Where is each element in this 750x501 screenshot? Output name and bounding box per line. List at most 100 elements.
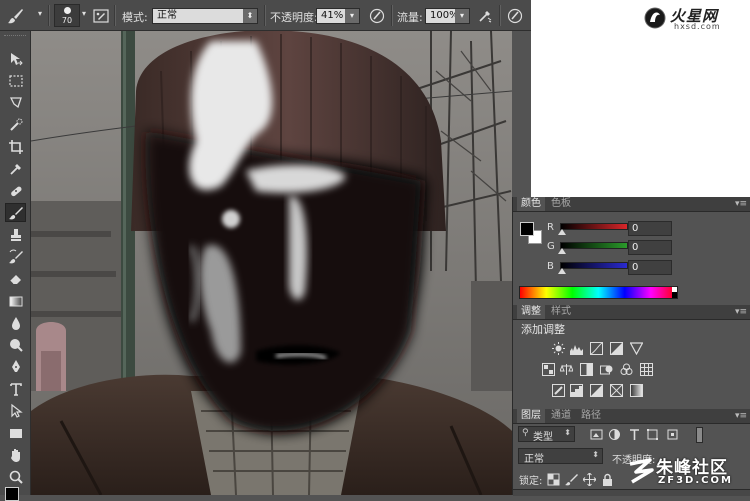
gradient-tool-icon[interactable] <box>5 291 26 310</box>
levels-icon[interactable] <box>570 342 583 355</box>
invert-icon[interactable] <box>552 384 565 397</box>
blend-mode-dropdown[interactable]: 正常 ⬍ <box>518 448 603 465</box>
filter-pixel-icon[interactable] <box>590 428 603 441</box>
brush-tip-icon <box>64 7 71 14</box>
eraser-tool-icon[interactable] <box>5 269 26 288</box>
document-canvas[interactable] <box>31 31 512 495</box>
dropdown-arrow-icon: ⬍ <box>564 428 571 437</box>
lock-all-icon[interactable] <box>601 473 614 486</box>
filter-shape-icon[interactable] <box>646 428 659 441</box>
pressure-opacity-icon[interactable] <box>367 6 387 26</box>
marquee-tool-icon[interactable] <box>5 71 26 90</box>
flow-label: 流量: <box>397 11 423 24</box>
pen-tool-icon[interactable] <box>5 357 26 376</box>
posterize-icon[interactable] <box>570 384 583 397</box>
filter-adjustment-icon[interactable] <box>608 428 621 441</box>
filter-smart-object-icon[interactable] <box>666 428 679 441</box>
hxsd-logo: 火星网 hxsd.com <box>644 5 742 36</box>
flow-field[interactable]: 100% ▾ <box>425 8 470 24</box>
chevron-down-icon[interactable]: ▾ <box>455 9 469 23</box>
slider-g-value[interactable]: 0 <box>628 240 672 255</box>
channel-mixer-icon[interactable] <box>620 363 633 376</box>
lock-transparent-pixels-icon[interactable] <box>547 473 560 486</box>
tab-color[interactable]: 颜色 <box>517 197 545 211</box>
foreground-color-swatch[interactable] <box>520 222 534 236</box>
mode-value: 正常 <box>157 10 177 21</box>
brush-panel-toggle-icon[interactable] <box>91 6 111 26</box>
threshold-icon[interactable] <box>590 384 603 397</box>
zoom-tool-icon[interactable] <box>5 467 26 486</box>
hand-tool-icon[interactable] <box>5 445 26 464</box>
type-tool-icon[interactable] <box>5 379 26 398</box>
blur-tool-icon[interactable] <box>5 313 26 332</box>
move-tool-icon[interactable] <box>5 49 26 68</box>
curves-icon[interactable] <box>590 342 603 355</box>
panel-menu-icon[interactable]: ▾≡ <box>735 197 747 211</box>
slider-r-thumb[interactable] <box>558 229 566 235</box>
color-spectrum-bar[interactable] <box>519 286 678 299</box>
rectangle-tool-icon[interactable] <box>5 423 26 442</box>
chevron-down-icon[interactable]: ▾ <box>38 9 42 18</box>
layers-panel-tabs: 图层 通道 路径 ▾≡ <box>513 409 750 424</box>
dodge-tool-icon[interactable] <box>5 335 26 354</box>
gradient-map-icon[interactable] <box>630 384 643 397</box>
brush-size-picker[interactable]: 70 <box>54 4 80 27</box>
logo-area: 火星网 hxsd.com <box>531 0 750 197</box>
history-brush-tool-icon[interactable] <box>5 247 26 266</box>
lasso-tool-icon[interactable] <box>5 93 26 112</box>
slider-g-label: G <box>547 241 555 252</box>
tab-layers[interactable]: 图层 <box>517 409 545 423</box>
selective-color-icon[interactable] <box>610 384 623 397</box>
color-balance-icon[interactable] <box>560 363 573 376</box>
tab-channels[interactable]: 通道 <box>547 409 575 423</box>
hue-saturation-icon[interactable] <box>542 363 555 376</box>
toolbar-grip[interactable] <box>4 35 26 40</box>
layer-filter-dropdown[interactable]: ⚲ 类型 ⬍ <box>518 426 575 443</box>
opacity-value: 41% <box>321 10 344 21</box>
quick-selection-tool-icon[interactable] <box>5 115 26 134</box>
lock-image-pixels-icon[interactable] <box>565 473 578 486</box>
slider-g-track[interactable] <box>560 242 628 249</box>
photo-filter-icon[interactable] <box>600 363 613 376</box>
brush-preset-icon[interactable] <box>6 6 26 26</box>
pressure-size-icon[interactable] <box>505 6 525 26</box>
color-lookup-icon[interactable] <box>640 363 653 376</box>
slider-b-track[interactable] <box>560 262 628 269</box>
tab-adjustments[interactable]: 调整 <box>517 305 545 319</box>
tab-paths[interactable]: 路径 <box>577 409 605 423</box>
slider-b-thumb[interactable] <box>558 268 566 274</box>
brightness-contrast-icon[interactable] <box>552 342 565 355</box>
eyedropper-tool-icon[interactable] <box>5 159 26 178</box>
tab-styles[interactable]: 样式 <box>547 305 575 319</box>
blend-mode-value: 正常 <box>524 454 544 465</box>
foreground-color-swatch[interactable] <box>5 487 19 501</box>
panel-menu-icon[interactable]: ▾≡ <box>735 305 747 319</box>
slider-r-value[interactable]: 0 <box>628 221 672 236</box>
clone-stamp-tool-icon[interactable] <box>5 225 26 244</box>
brush-tool-icon[interactable] <box>5 203 26 222</box>
chevron-down-icon[interactable]: ▾ <box>82 9 86 18</box>
black-white-icon[interactable] <box>580 363 593 376</box>
lock-position-icon[interactable] <box>583 473 596 486</box>
slider-r-track[interactable] <box>560 223 628 230</box>
panel-menu-icon[interactable]: ▾≡ <box>735 409 747 423</box>
airbrush-icon[interactable] <box>475 6 495 26</box>
crop-tool-icon[interactable] <box>5 137 26 156</box>
slider-g-thumb[interactable] <box>558 248 566 254</box>
filter-type-icon[interactable] <box>628 428 641 441</box>
healing-brush-tool-icon[interactable] <box>5 181 26 200</box>
path-selection-tool-icon[interactable] <box>5 401 26 420</box>
dropdown-arrow-icon: ⬍ <box>592 450 599 459</box>
tab-swatches[interactable]: 色板 <box>547 197 575 211</box>
panel-dock: 颜色 色板 ▾≡ R 0 G 0 B 0 调整 样式 ▾≡ 添加调整 图层 通道… <box>512 197 750 496</box>
exposure-icon[interactable] <box>610 342 623 355</box>
vibrance-icon[interactable] <box>630 342 643 355</box>
slider-b-value[interactable]: 0 <box>628 260 672 275</box>
opacity-field[interactable]: 41% ▾ <box>316 8 360 24</box>
mode-dropdown[interactable]: 正常 ⬍ <box>152 8 258 24</box>
adjustments-heading: 添加调整 <box>521 323 565 336</box>
chevron-down-icon[interactable]: ▾ <box>345 9 359 23</box>
search-icon: ⚲ <box>522 428 529 438</box>
photo-artwork <box>31 31 512 495</box>
filter-toggle-switch[interactable] <box>696 427 703 443</box>
